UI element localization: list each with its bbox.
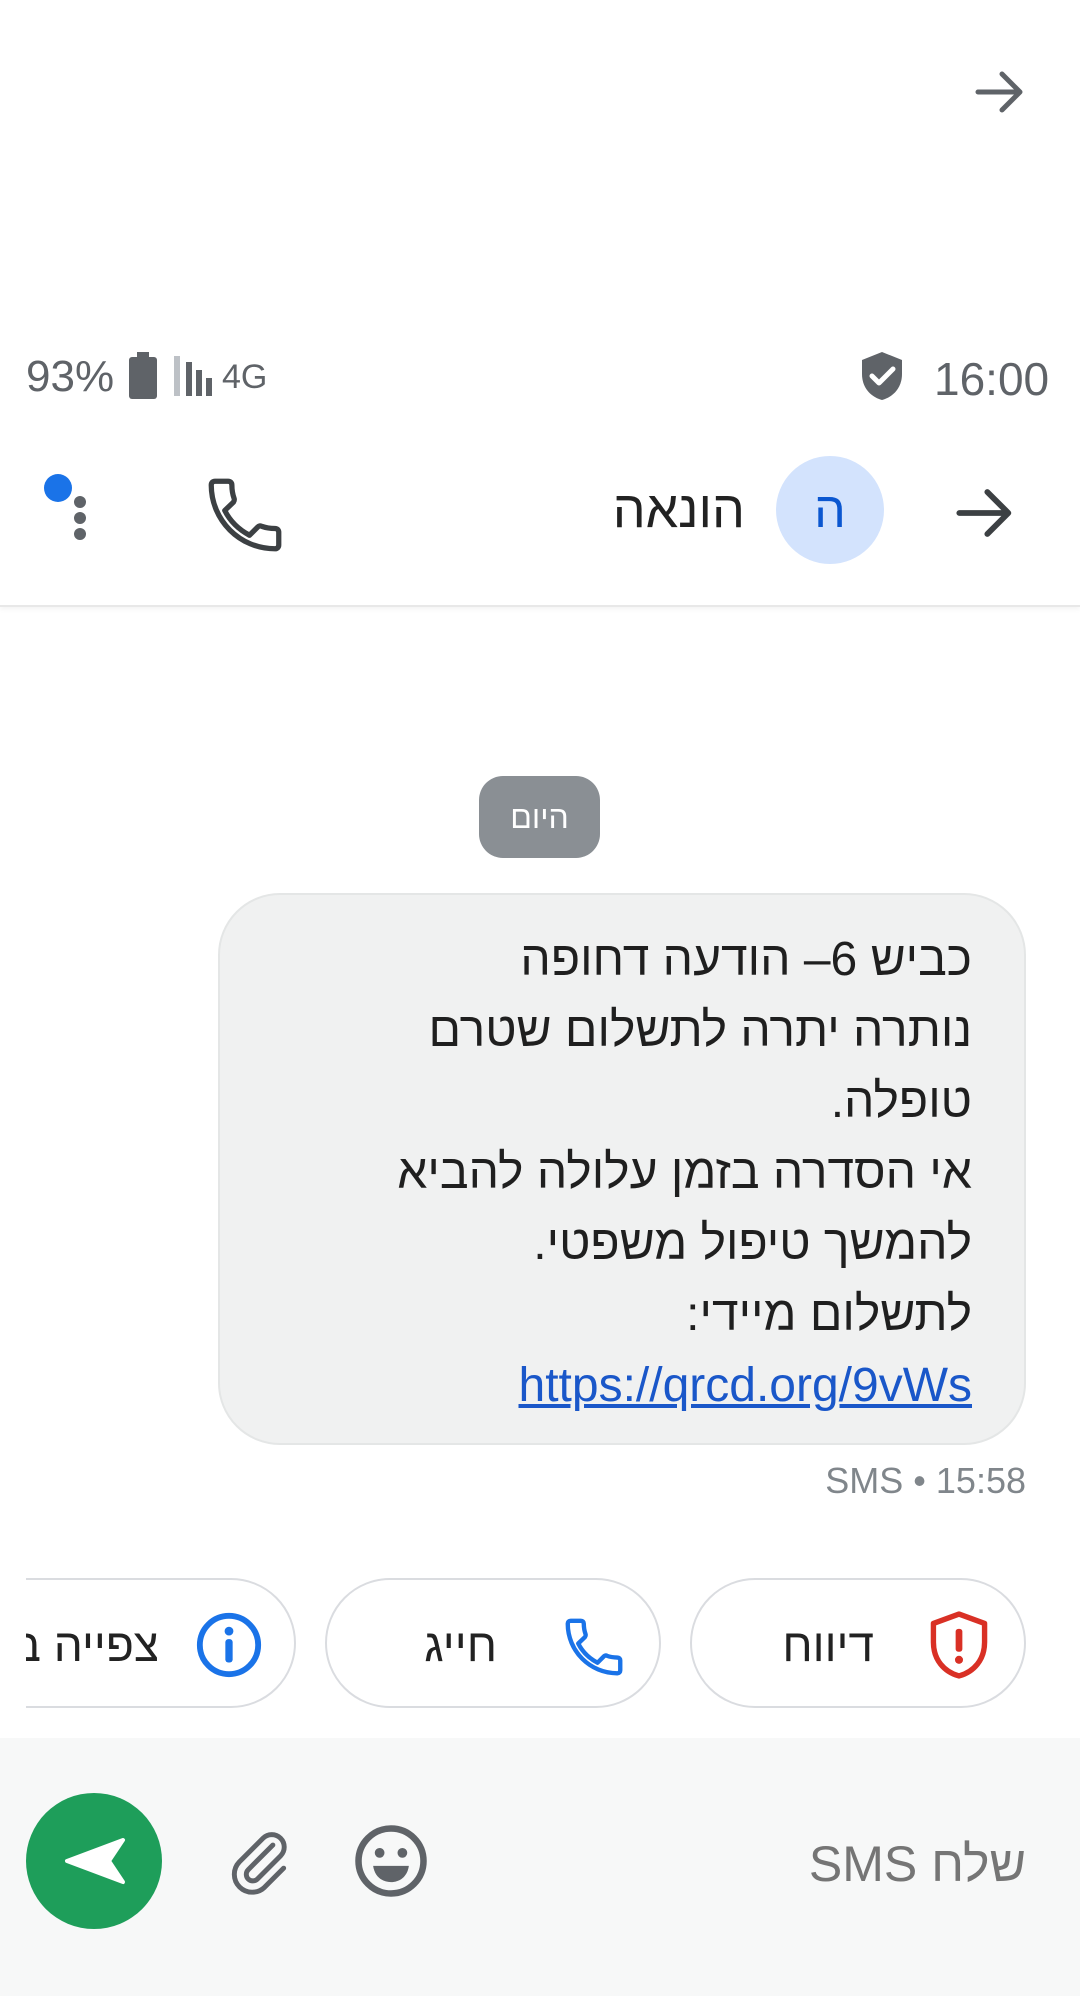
- battery-icon: [128, 352, 158, 400]
- arrow-right-icon[interactable]: [970, 62, 1030, 122]
- assistant-dots-icon[interactable]: [38, 470, 98, 540]
- message-link[interactable]: https://qrcd.org/9vWs: [519, 1359, 973, 1412]
- chip-call[interactable]: חייג: [325, 1578, 661, 1708]
- chip-report[interactable]: דיווח: [690, 1578, 1026, 1708]
- battery-percent: 93%: [26, 352, 115, 401]
- shield-alert-icon: [924, 1610, 994, 1680]
- status-bar: [0, 340, 1080, 410]
- compose-input[interactable]: [620, 1835, 1026, 1893]
- suggestion-chips: דיווח חייג צפייה ב: [26, 1560, 1080, 1730]
- send-button[interactable]: [26, 1793, 162, 1929]
- message-line: כביש 6– הודעה דחופה: [520, 933, 972, 986]
- network-type: 4G: [222, 358, 268, 396]
- paperclip-icon[interactable]: [222, 1822, 296, 1902]
- send-icon: [61, 1834, 127, 1888]
- message-line: טופלה.: [830, 1075, 972, 1128]
- date-divider: היום: [479, 776, 600, 858]
- arrow-right-icon[interactable]: [950, 478, 1020, 548]
- message-text: כביש 6– הודעה דחופה נותרה יתרה לתשלום שט…: [260, 924, 972, 1421]
- message-line: לתשלום מיידי:: [686, 1288, 972, 1341]
- message-line: אי הסדרה בזמן עלולה להביא: [397, 1146, 972, 1199]
- message-line: להמשך טיפול משפטי.: [533, 1217, 972, 1270]
- chip-label: חייג: [424, 1619, 497, 1671]
- chip-label: צפייה ב: [26, 1619, 159, 1671]
- status-clock: 16:00: [934, 353, 1050, 405]
- contact-name: הונאה: [612, 481, 745, 539]
- chip-label: דיווח: [782, 1619, 874, 1671]
- phone-icon: [559, 1612, 629, 1682]
- chip-view[interactable]: צפייה ב: [26, 1578, 296, 1708]
- signal-icon: [172, 354, 228, 398]
- avatar[interactable]: ה: [776, 456, 884, 564]
- shield-check-icon: [858, 350, 906, 402]
- message-timestamp: SMS • 15:58: [825, 1460, 1026, 1501]
- info-icon: [194, 1610, 264, 1680]
- phone-icon[interactable]: [200, 470, 290, 560]
- emoji-icon[interactable]: [352, 1822, 430, 1900]
- message-line: נותרה יתרה לתשלום שטרם: [428, 1004, 972, 1057]
- app-bar: [0, 440, 1080, 607]
